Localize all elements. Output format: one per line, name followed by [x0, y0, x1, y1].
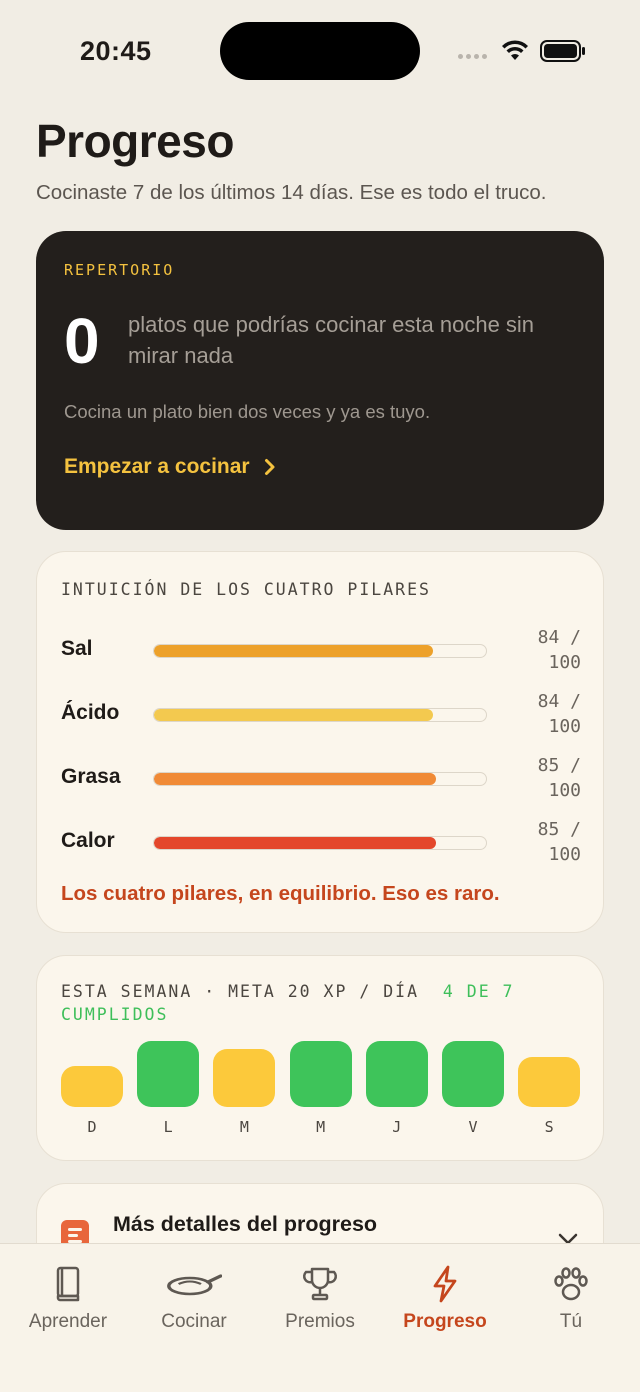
pillar-score: 85 /100	[537, 755, 581, 801]
tab-label: Cocinar	[161, 1311, 227, 1332]
tab-label: Premios	[285, 1311, 355, 1332]
tab-cocinar[interactable]: Cocinar	[130, 1244, 258, 1354]
page-title: Progreso	[36, 115, 234, 167]
book-icon	[56, 1266, 80, 1302]
start-cooking-label: Empezar a cocinar	[64, 455, 250, 478]
pillars-card: INTUICIÓN DE LOS CUATRO PILARES Sal 84 /…	[36, 551, 604, 933]
page-subtitle: Cocinaste 7 de los últimos 14 días. Ese …	[36, 181, 547, 204]
day-bar	[137, 1041, 200, 1107]
day-label: M	[239, 1118, 249, 1136]
tab-label: Aprender	[28, 1311, 108, 1332]
tab-premios[interactable]: Premios	[256, 1244, 384, 1354]
pillar-score: 84 /100	[537, 691, 581, 737]
status-time: 20:45	[80, 36, 152, 66]
day-column: L	[137, 956, 200, 1146]
chevron-right-icon	[264, 459, 275, 475]
tab-aprender[interactable]: Aprender	[4, 1244, 132, 1354]
pillars-title: INTUICIÓN DE LOS CUATRO PILARES	[61, 580, 431, 599]
tab-label: Tú	[559, 1311, 583, 1332]
pillar-bar-fill	[154, 837, 437, 849]
start-cooking-link[interactable]: Empezar a cocinar	[64, 455, 276, 479]
battery-icon	[540, 40, 585, 62]
pillar-row-sal: Sal 84 /100	[61, 625, 581, 675]
paw-icon	[554, 1267, 588, 1301]
tab-tu[interactable]: Tú	[507, 1244, 635, 1354]
day-column: M	[213, 956, 276, 1146]
week-card: ESTA SEMANA · META 20 XP / DÍA 4 DE 7 CU…	[36, 955, 604, 1161]
pillar-row-acido: Ácido 84 /100	[61, 689, 581, 739]
day-label: D	[87, 1118, 97, 1136]
day-column: S	[518, 956, 581, 1146]
day-label: V	[468, 1118, 478, 1136]
pillar-row-grasa: Grasa 85 /100	[61, 753, 581, 803]
repertoire-card: REPERTORIO 0 platos que podrías cocinar …	[36, 231, 604, 530]
day-label: S	[544, 1118, 554, 1136]
day-bar	[289, 1041, 352, 1107]
pillars-note: Los cuatro pilares, en equilibrio. Eso e…	[61, 882, 500, 905]
trophy-icon	[303, 1267, 337, 1301]
repertoire-label: REPERTORIO	[64, 261, 175, 279]
pillar-bar-track	[153, 644, 487, 658]
day-bar	[61, 1066, 123, 1107]
details-title: Más detalles del progreso	[113, 1212, 378, 1236]
day-column: D	[61, 956, 123, 1146]
day-column: J	[365, 956, 428, 1146]
tab-label: Progreso	[403, 1311, 487, 1332]
day-bar	[213, 1049, 276, 1107]
pillar-bar-fill	[154, 709, 433, 721]
pan-icon	[167, 1274, 222, 1296]
repertoire-hint: Cocina un plato bien dos veces y ya es t…	[64, 401, 431, 422]
repertoire-count: 0	[64, 305, 100, 377]
pillar-bar-track	[153, 836, 487, 850]
pillar-name: Calor	[61, 829, 115, 852]
cellular-signal-icon	[458, 54, 487, 59]
wifi-icon	[502, 40, 528, 60]
pillar-score: 84 /100	[537, 627, 581, 673]
day-bar	[442, 1041, 504, 1107]
tab-progreso[interactable]: Progreso	[381, 1244, 509, 1354]
pillar-row-calor: Calor 85 /100	[61, 817, 581, 867]
pillar-bar-track	[153, 708, 487, 722]
pillar-name: Grasa	[61, 765, 121, 788]
day-column: V	[442, 956, 504, 1146]
tab-bar: Aprender Cocinar Premios Progreso Tú	[0, 1243, 640, 1392]
pillar-bar-track	[153, 772, 487, 786]
day-bar	[365, 1041, 428, 1107]
pillar-bar-fill	[154, 773, 437, 785]
day-label: J	[392, 1118, 402, 1136]
day-column: M	[289, 956, 352, 1146]
day-label: M	[316, 1118, 326, 1136]
day-bar	[518, 1057, 581, 1107]
dynamic-island	[220, 22, 420, 80]
pillar-bar-fill	[154, 645, 433, 657]
pillar-name: Ácido	[61, 701, 120, 724]
status-bar: 20:45	[0, 0, 640, 100]
repertoire-description: platos que podrías cocinar esta noche si…	[128, 312, 535, 368]
pillar-name: Sal	[61, 637, 93, 660]
day-label: L	[163, 1118, 173, 1136]
bolt-icon	[433, 1265, 457, 1303]
pillar-score: 85 /100	[537, 819, 581, 865]
